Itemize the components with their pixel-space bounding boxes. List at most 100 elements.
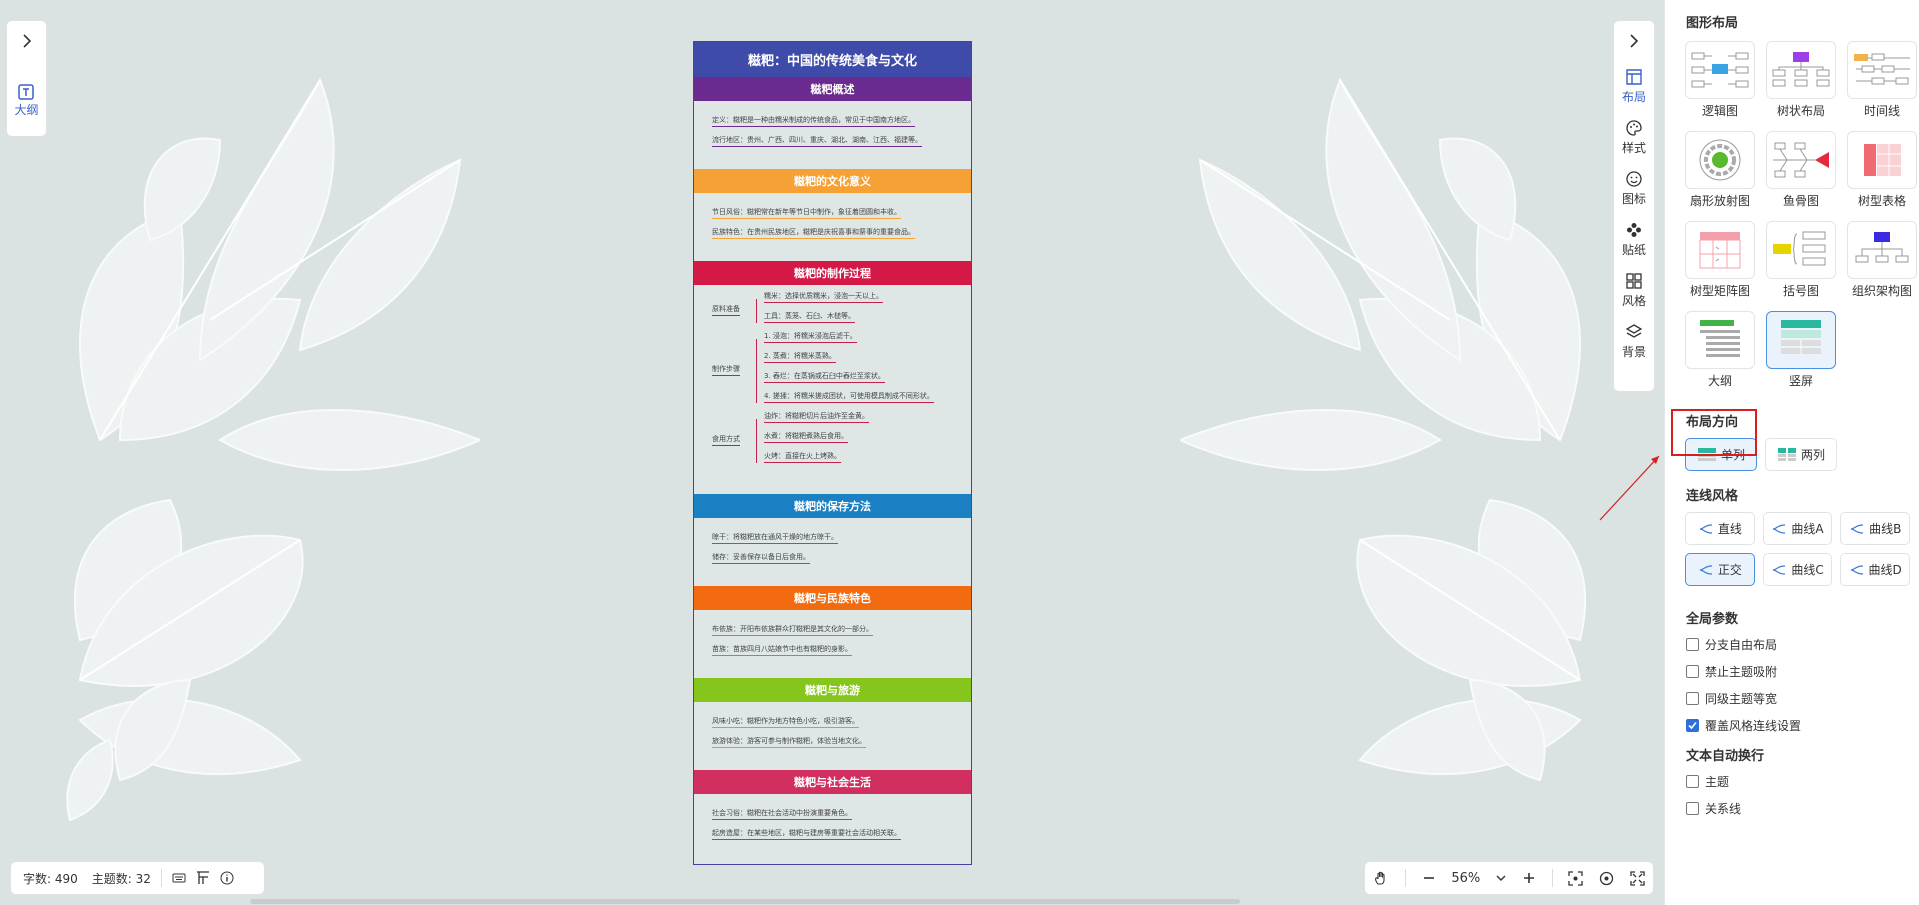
checkbox-option[interactable]: 主题	[1686, 768, 1910, 795]
subtopic[interactable]: 火烤：直接在火上烤熟。	[764, 451, 841, 463]
subtopic[interactable]: 储存：妥善保存以备日后食用。	[712, 552, 810, 564]
tool-sticker[interactable]: 贴纸	[1622, 214, 1646, 265]
horizontal-scrollbar[interactable]	[250, 899, 1240, 904]
layout-label: 括号图	[1782, 284, 1819, 298]
direction-option[interactable]: 两列	[1765, 438, 1837, 471]
tool-palette[interactable]: 样式	[1622, 112, 1646, 163]
zoom-out-icon[interactable]	[1422, 871, 1436, 885]
layout-option[interactable]: 树型矩阵图	[1685, 221, 1755, 299]
layout-grid: 逻辑图 树状布局 时间线扇形放射图 鱼骨图 树型表格树型矩阵图 括号图 组织架构图大纲 竖屏	[1685, 41, 1917, 389]
checkbox-option[interactable]: 覆盖风格连线设置	[1686, 712, 1910, 739]
checkbox-option[interactable]: 禁止主题吸附	[1686, 658, 1910, 685]
two-column-icon	[1777, 447, 1796, 461]
line-style-option[interactable]: 曲线C	[1762, 553, 1833, 586]
checkbox[interactable]	[1686, 638, 1699, 651]
layout-toggle-icon[interactable]	[196, 871, 210, 885]
section-topic[interactable]: 糍粑与旅游	[694, 678, 971, 702]
section-topic[interactable]: 糍粑与民族特色	[694, 586, 971, 610]
subtopic[interactable]: 流行地区：贵州、广西、四川、重庆、湖北、湖南、江西、福建等。	[712, 135, 922, 147]
layout-label: 时间线	[1863, 104, 1900, 118]
layout-option[interactable]: 逻辑图	[1685, 41, 1755, 119]
expand-right-button[interactable]	[1613, 21, 1655, 61]
fullscreen-icon[interactable]	[1630, 870, 1645, 886]
line-style-option[interactable]: 曲线A	[1762, 512, 1833, 545]
subtopic[interactable]: 起房造屋：在某些地区，糍粑与建房等重要社会活动相关联。	[712, 828, 901, 840]
leaf-decoration-left	[66, 77, 480, 822]
checkbox[interactable]	[1686, 719, 1699, 732]
text-wrap-options: 主题 关系线	[1674, 768, 1910, 822]
subtopic[interactable]: 社会习俗：糍粑在社会活动中扮演重要角色。	[712, 808, 852, 820]
subtopic[interactable]: 糯米：选择优质糯米，浸泡一天以上。	[764, 291, 883, 303]
layout-option[interactable]: 扇形放射图	[1685, 131, 1755, 209]
checkbox-option[interactable]: 关系线	[1686, 795, 1910, 822]
layout-option[interactable]: 大纲	[1685, 311, 1755, 389]
checkbox-option[interactable]: 同级主题等宽	[1686, 685, 1910, 712]
chevron-down-icon[interactable]	[1496, 873, 1506, 883]
section-body: 定义：糍粑是一种由糯米制成的传统食品，常见于中国南方地区。 流行地区：贵州、广西、…	[694, 101, 971, 169]
line-style-option[interactable]: 直线	[1685, 512, 1755, 545]
subtopic[interactable]: 3. 舂烂：在蒸锅或石臼中舂烂至浆状。	[764, 371, 885, 383]
checkbox[interactable]	[1686, 802, 1699, 815]
smiley-icon	[1626, 171, 1642, 187]
fit-screen-icon[interactable]	[1568, 870, 1584, 886]
group-topic[interactable]: 制作步骤	[712, 364, 740, 376]
layout-option[interactable]: 树状布局	[1766, 41, 1836, 119]
subtopic[interactable]: 风味小吃：糍粑作为地方特色小吃，吸引游客。	[712, 716, 859, 728]
group-topic[interactable]: 原料准备	[712, 304, 740, 316]
layout-option[interactable]: 鱼骨图	[1766, 131, 1836, 209]
subtopic[interactable]: 布依族：开阳布依族群众打糍粑是其文化的一部分。	[712, 624, 873, 636]
subtopic[interactable]: 工具：蒸笼、石臼、木槌等。	[764, 311, 855, 323]
hand-pan-icon[interactable]	[1373, 870, 1389, 886]
keyboard-icon[interactable]	[172, 872, 186, 884]
section-topic[interactable]: 糍粑概述	[694, 77, 971, 101]
layout-option[interactable]: 竖屏	[1766, 311, 1836, 389]
layout-icon	[1626, 69, 1642, 85]
subtopic[interactable]: 4. 搓揉：将糯米搓成团状，可使用模具制成不同形状。	[764, 391, 934, 403]
tool-smiley[interactable]: 图标	[1622, 163, 1646, 214]
branch-connector	[756, 299, 757, 323]
layout-option[interactable]: 组织架构图	[1847, 221, 1917, 299]
tool-layers[interactable]: 背景	[1622, 316, 1646, 367]
line-style-label: 正交	[1717, 563, 1742, 577]
checkbox[interactable]	[1686, 692, 1699, 705]
layout-thumbnail	[1847, 131, 1917, 189]
annotation-arrow	[1599, 455, 1660, 521]
subtopic[interactable]: 旅游体验：游客可参与制作糍粑，体验当地文化。	[712, 736, 866, 748]
subtopic[interactable]: 1. 浸泡：将糯米浸泡后滤干。	[764, 331, 857, 343]
section-topic[interactable]: 糍粑与社会生活	[694, 770, 971, 794]
layout-option[interactable]: 时间线	[1847, 41, 1917, 119]
mindmap-document[interactable]: 糍粑：中国的传统美食与文化 糍粑概述 定义：糍粑是一种由糯米制成的传统食品，常见于…	[693, 41, 972, 865]
tool-layout[interactable]: 布局	[1622, 61, 1646, 112]
group-topic[interactable]: 食用方式	[712, 434, 740, 446]
section-topic[interactable]: 糍粑的保存方法	[694, 494, 971, 518]
layout-option[interactable]: 树型表格	[1847, 131, 1917, 209]
outline-button[interactable]: 大纲	[14, 83, 39, 118]
subtopic[interactable]: 苗族：苗族四月八姑娘节中也有糍粑的身影。	[712, 644, 852, 656]
mindmap-root-topic[interactable]: 糍粑：中国的传统美食与文化	[694, 42, 971, 77]
checkbox-option[interactable]: 分支自由布局	[1686, 631, 1910, 658]
subtopic[interactable]: 晾干：将糍粑放在通风干燥的地方晾干。	[712, 532, 838, 544]
checkbox[interactable]	[1686, 665, 1699, 678]
info-icon[interactable]	[220, 871, 234, 885]
subtopic[interactable]: 2. 蒸煮：将糯米蒸熟。	[764, 351, 836, 363]
section-topic[interactable]: 糍粑的文化意义	[694, 169, 971, 193]
subtopic[interactable]: 水煮：将糍粑煮熟后食用。	[764, 431, 848, 443]
zoom-in-icon[interactable]	[1522, 871, 1536, 885]
checkbox[interactable]	[1686, 775, 1699, 788]
subtopic[interactable]: 节日风俗：糍粑常在新年等节日中制作，象征着团圆和丰收。	[712, 207, 901, 219]
line-style-option[interactable]: 曲线D	[1840, 553, 1911, 586]
section-topic[interactable]: 糍粑的制作过程	[694, 261, 971, 285]
layout-thumbnail	[1685, 41, 1755, 99]
layout-option[interactable]: 括号图	[1766, 221, 1836, 299]
zoom-level[interactable]: 56%	[1451, 871, 1480, 886]
line-style-option[interactable]: 正交	[1685, 553, 1755, 586]
right-tool-strip: 布局 样式 图标 贴纸 风格 背景	[1613, 20, 1655, 392]
mindmap-canvas[interactable]: 大纲 糍粑：中国的传统美食与文化 糍粑概述 定义：糍粑是一种由糯米制成的传统食品，…	[0, 0, 1664, 905]
tool-grid-style[interactable]: 风格	[1622, 265, 1646, 316]
center-target-icon[interactable]	[1599, 871, 1614, 886]
line-style-option[interactable]: 曲线B	[1840, 512, 1911, 545]
expand-left-button[interactable]	[6, 21, 47, 61]
subtopic[interactable]: 民族特色：在贵州民族地区，糍粑是庆祝喜事和祭事的重要食品。	[712, 227, 915, 239]
subtopic[interactable]: 油炸：将糍粑切片后油炸至金黄。	[764, 411, 869, 423]
subtopic[interactable]: 定义：糍粑是一种由糯米制成的传统食品，常见于中国南方地区。	[712, 115, 915, 127]
